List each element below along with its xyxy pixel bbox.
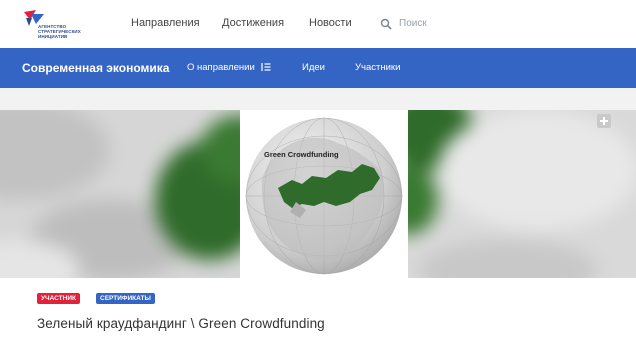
logo-text: АГЕНТСТВО СТРАТЕГИЧЕСКИХ ИНИЦИАТИВ <box>38 24 81 39</box>
top-header: АГЕНТСТВО СТРАТЕГИЧЕСКИХ ИНИЦИАТИВ Напра… <box>0 0 636 49</box>
project-title[interactable]: Зеленый краудфандинг \ Green Crowdfundin… <box>37 316 325 331</box>
search-input[interactable] <box>395 14 523 32</box>
spacer <box>0 88 636 110</box>
banner-blur-right <box>408 110 636 278</box>
tag-participant[interactable]: УЧАСТНИК <box>37 293 80 304</box>
nav-news[interactable]: Новости <box>309 17 352 29</box>
tab-about-label: О направлении <box>187 62 255 73</box>
tag-certificates[interactable]: СЕРТИФИКАТЫ <box>96 293 155 304</box>
plus-square-icon[interactable] <box>597 114 611 128</box>
nav-directions[interactable]: Направления <box>131 17 200 29</box>
nav-achievements[interactable]: Достижения <box>222 17 284 29</box>
banner-blur-left <box>0 110 240 278</box>
tab-members[interactable]: Участники <box>355 62 400 73</box>
project-banner: Green Crowdfunding <box>0 110 636 278</box>
section-title[interactable]: Современная экономика <box>22 61 169 75</box>
list-icon <box>261 63 271 71</box>
section-nav-bar: Современная экономика О направлении Идеи… <box>0 48 636 88</box>
search-icon[interactable] <box>380 18 392 30</box>
tab-about[interactable]: О направлении <box>187 62 271 73</box>
globe-image <box>240 110 408 278</box>
globe-map-label: Green Crowdfunding <box>264 150 339 159</box>
tab-ideas[interactable]: Идеи <box>302 62 325 73</box>
